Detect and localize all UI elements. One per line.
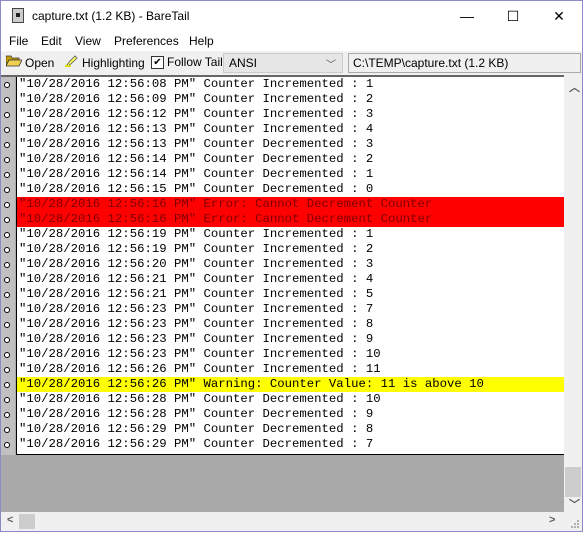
log-line[interactable]: "10/28/2016 12:56:08 PM" Counter Increme… xyxy=(17,77,565,92)
log-line[interactable]: "10/28/2016 12:56:14 PM" Counter Decreme… xyxy=(17,152,565,167)
bookmark-marker-icon[interactable] xyxy=(4,247,10,253)
baretail-window: capture.txt (1.2 KB) - BareTail — ☐ ✕ Fi… xyxy=(0,0,583,532)
resize-grip-icon[interactable] xyxy=(564,512,582,531)
log-line[interactable]: "10/28/2016 12:56:20 PM" Counter Increme… xyxy=(17,257,565,272)
menu-help[interactable]: Help xyxy=(189,34,214,48)
log-line[interactable]: "10/28/2016 12:56:23 PM" Counter Increme… xyxy=(17,302,565,317)
highlighter-icon xyxy=(65,55,79,70)
bookmark-marker-icon[interactable] xyxy=(4,142,10,148)
log-line[interactable]: "10/28/2016 12:56:13 PM" Counter Increme… xyxy=(17,122,565,137)
highlighting-button[interactable]: Highlighting xyxy=(65,55,145,70)
bookmark-marker-icon[interactable] xyxy=(4,292,10,298)
bookmark-marker-icon[interactable] xyxy=(4,82,10,88)
bookmark-marker-icon[interactable] xyxy=(4,352,10,358)
app-icon xyxy=(12,8,24,23)
scroll-up-icon[interactable]: ︿ xyxy=(569,79,580,95)
log-line[interactable]: "10/28/2016 12:56:29 PM" Counter Decreme… xyxy=(17,422,565,437)
bookmark-marker-icon[interactable] xyxy=(4,187,10,193)
log-line[interactable]: "10/28/2016 12:56:12 PM" Counter Increme… xyxy=(17,107,565,122)
log-line[interactable]: "10/28/2016 12:56:15 PM" Counter Decreme… xyxy=(17,182,565,197)
vertical-scrollbar[interactable]: ︿ ﹀ xyxy=(564,75,582,512)
close-button[interactable]: ✕ xyxy=(536,1,582,31)
log-line[interactable]: "10/28/2016 12:56:23 PM" Counter Increme… xyxy=(17,317,565,332)
log-line[interactable]: "10/28/2016 12:56:14 PM" Counter Decreme… xyxy=(17,167,565,182)
bookmark-marker-icon[interactable] xyxy=(4,157,10,163)
log-line[interactable]: "10/28/2016 12:56:21 PM" Counter Increme… xyxy=(17,287,565,302)
log-line[interactable]: "10/28/2016 12:56:29 PM" Counter Decreme… xyxy=(17,437,565,452)
encoding-select[interactable]: ANSI ﹀ xyxy=(223,53,343,73)
bookmark-marker-icon[interactable] xyxy=(4,427,10,433)
bookmark-marker-icon[interactable] xyxy=(4,97,10,103)
log-view[interactable]: "10/28/2016 12:56:08 PM" Counter Increme… xyxy=(1,75,565,512)
bookmark-marker-icon[interactable] xyxy=(4,337,10,343)
scroll-right-icon[interactable]: > xyxy=(549,514,555,526)
bookmark-marker-icon[interactable] xyxy=(4,172,10,178)
minimize-button[interactable]: — xyxy=(444,1,490,31)
log-line[interactable]: "10/28/2016 12:56:13 PM" Counter Decreme… xyxy=(17,137,565,152)
log-line-warning[interactable]: "10/28/2016 12:56:26 PM" Warning: Counte… xyxy=(17,377,565,392)
log-line[interactable]: "10/28/2016 12:56:21 PM" Counter Increme… xyxy=(17,272,565,287)
log-line[interactable]: "10/28/2016 12:56:28 PM" Counter Decreme… xyxy=(17,407,565,422)
open-button[interactable]: Open xyxy=(5,55,54,70)
log-lines: "10/28/2016 12:56:08 PM" Counter Increme… xyxy=(16,77,565,455)
horizontal-scrollbar[interactable]: < > xyxy=(1,512,564,531)
log-line-error[interactable]: "10/28/2016 12:56:16 PM" Error: Cannot D… xyxy=(17,212,565,227)
menu-file[interactable]: File xyxy=(9,34,28,48)
bookmark-marker-icon[interactable] xyxy=(4,127,10,133)
bookmark-marker-icon[interactable] xyxy=(4,112,10,118)
line-gutter xyxy=(1,77,15,455)
title-bar: capture.txt (1.2 KB) - BareTail — ☐ ✕ xyxy=(1,1,582,31)
chevron-down-icon: ﹀ xyxy=(326,60,336,71)
bookmark-marker-icon[interactable] xyxy=(4,202,10,208)
folder-open-icon xyxy=(5,55,23,70)
bookmark-marker-icon[interactable] xyxy=(4,442,10,448)
log-line[interactable]: "10/28/2016 12:56:09 PM" Counter Increme… xyxy=(17,92,565,107)
log-line[interactable]: "10/28/2016 12:56:23 PM" Counter Increme… xyxy=(17,347,565,362)
bookmark-marker-icon[interactable] xyxy=(4,322,10,328)
log-line-error[interactable]: "10/28/2016 12:56:16 PM" Error: Cannot D… xyxy=(17,197,565,212)
bookmark-marker-icon[interactable] xyxy=(4,412,10,418)
checkmark-icon: ✔ xyxy=(151,55,164,69)
log-line[interactable]: "10/28/2016 12:56:19 PM" Counter Increme… xyxy=(17,227,565,242)
menu-edit[interactable]: Edit xyxy=(41,34,62,48)
log-line[interactable]: "10/28/2016 12:56:26 PM" Counter Increme… xyxy=(17,362,565,377)
vertical-scroll-thumb[interactable] xyxy=(565,467,581,497)
menu-bar: File Edit View Preferences Help xyxy=(1,31,582,51)
log-line[interactable]: "10/28/2016 12:56:28 PM" Counter Decreme… xyxy=(17,392,565,407)
menu-preferences[interactable]: Preferences xyxy=(114,34,179,48)
bookmark-marker-icon[interactable] xyxy=(4,277,10,283)
menu-view[interactable]: View xyxy=(75,34,101,48)
bookmark-marker-icon[interactable] xyxy=(4,382,10,388)
horizontal-scroll-thumb[interactable] xyxy=(19,514,35,529)
bookmark-marker-icon[interactable] xyxy=(4,367,10,373)
file-path-display: C:\TEMP\capture.txt (1.2 KB) xyxy=(348,53,581,73)
maximize-button[interactable]: ☐ xyxy=(490,1,536,31)
bookmark-marker-icon[interactable] xyxy=(4,262,10,268)
log-line[interactable]: "10/28/2016 12:56:19 PM" Counter Increme… xyxy=(17,242,565,257)
bookmark-marker-icon[interactable] xyxy=(4,397,10,403)
window-title: capture.txt (1.2 KB) - BareTail xyxy=(32,9,190,23)
bookmark-marker-icon[interactable] xyxy=(4,307,10,313)
bookmark-marker-icon[interactable] xyxy=(4,217,10,223)
log-line[interactable]: "10/28/2016 12:56:23 PM" Counter Increme… xyxy=(17,332,565,347)
scroll-left-icon[interactable]: < xyxy=(7,514,13,526)
scroll-down-icon[interactable]: ﹀ xyxy=(569,496,580,512)
follow-tail-checkbox[interactable]: ✔ Follow Tail xyxy=(151,55,223,69)
bookmark-marker-icon[interactable] xyxy=(4,232,10,238)
